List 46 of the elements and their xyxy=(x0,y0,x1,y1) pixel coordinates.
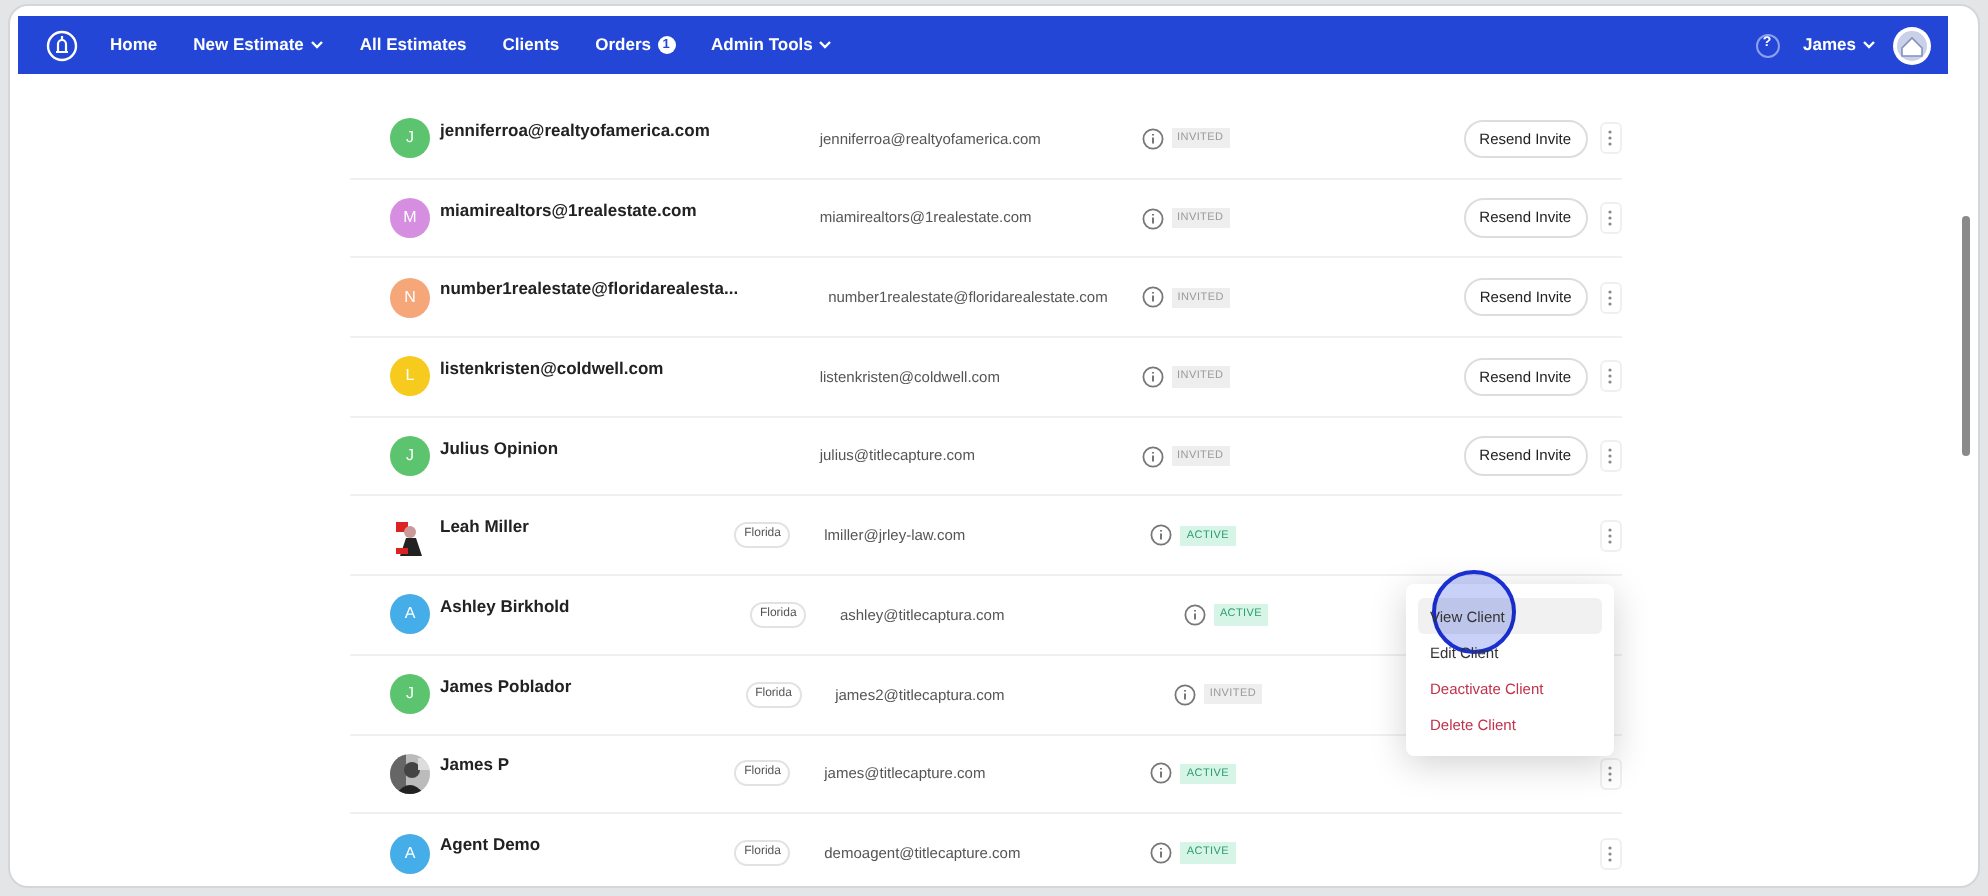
info-icon[interactable] xyxy=(1141,365,1164,388)
caret-icon xyxy=(1862,40,1876,50)
kebab-icon xyxy=(1608,368,1613,385)
info-icon[interactable] xyxy=(1173,683,1196,706)
client-name: miamirealtors@1realestate.com xyxy=(440,197,699,223)
client-name: Leah Miller xyxy=(440,514,531,541)
user-menu[interactable]: James xyxy=(1803,32,1876,58)
client-name: listenkristen@coldwell.com xyxy=(440,356,666,382)
nav-link[interactable]: Admin Tools xyxy=(711,32,833,58)
avatar: J xyxy=(390,436,430,477)
kebab-icon xyxy=(1608,130,1613,147)
avatar: J xyxy=(390,118,430,159)
client-name: Ashley Birkhold xyxy=(440,594,572,620)
info-icon[interactable] xyxy=(1141,207,1164,230)
nav-link[interactable]: New Estimate xyxy=(193,32,324,58)
kebab-icon xyxy=(1608,210,1613,227)
kebab-icon xyxy=(1608,289,1613,306)
avatar: N xyxy=(390,277,430,318)
info-icon[interactable] xyxy=(1150,762,1173,785)
kebab-icon xyxy=(1608,527,1613,544)
client-name: jenniferroa@realtyofamerica.com xyxy=(440,117,712,144)
client-name: number1realestate@floridarealesta... xyxy=(440,276,739,303)
avatar: M xyxy=(390,198,430,239)
kebab-icon xyxy=(1608,765,1613,782)
info-icon[interactable] xyxy=(1141,286,1164,309)
client-name: James Poblador xyxy=(440,673,574,700)
user-avatar[interactable] xyxy=(1892,25,1932,65)
avatar: A xyxy=(390,594,430,635)
client-name: Julius Opinion xyxy=(440,435,561,461)
info-icon[interactable] xyxy=(1150,842,1173,865)
logo-icon[interactable] xyxy=(46,29,78,61)
client-name: James P xyxy=(440,752,511,779)
scrollbar-thumb[interactable] xyxy=(1962,216,1970,456)
avatar: J xyxy=(390,674,430,715)
info-icon[interactable] xyxy=(1150,524,1173,547)
info-icon[interactable] xyxy=(1141,445,1164,468)
nav-link[interactable]: Home xyxy=(110,32,158,58)
nav-link[interactable]: Clients xyxy=(502,32,560,58)
info-icon[interactable] xyxy=(1141,127,1164,150)
client-name: Agent Demo xyxy=(440,832,543,858)
avatar: A xyxy=(390,833,430,874)
kebab-icon xyxy=(1608,845,1613,862)
info-icon[interactable] xyxy=(1183,603,1206,626)
avatar: L xyxy=(390,356,430,397)
nav-link[interactable]: All Estimates xyxy=(359,32,467,58)
kebab-icon xyxy=(1608,448,1613,465)
